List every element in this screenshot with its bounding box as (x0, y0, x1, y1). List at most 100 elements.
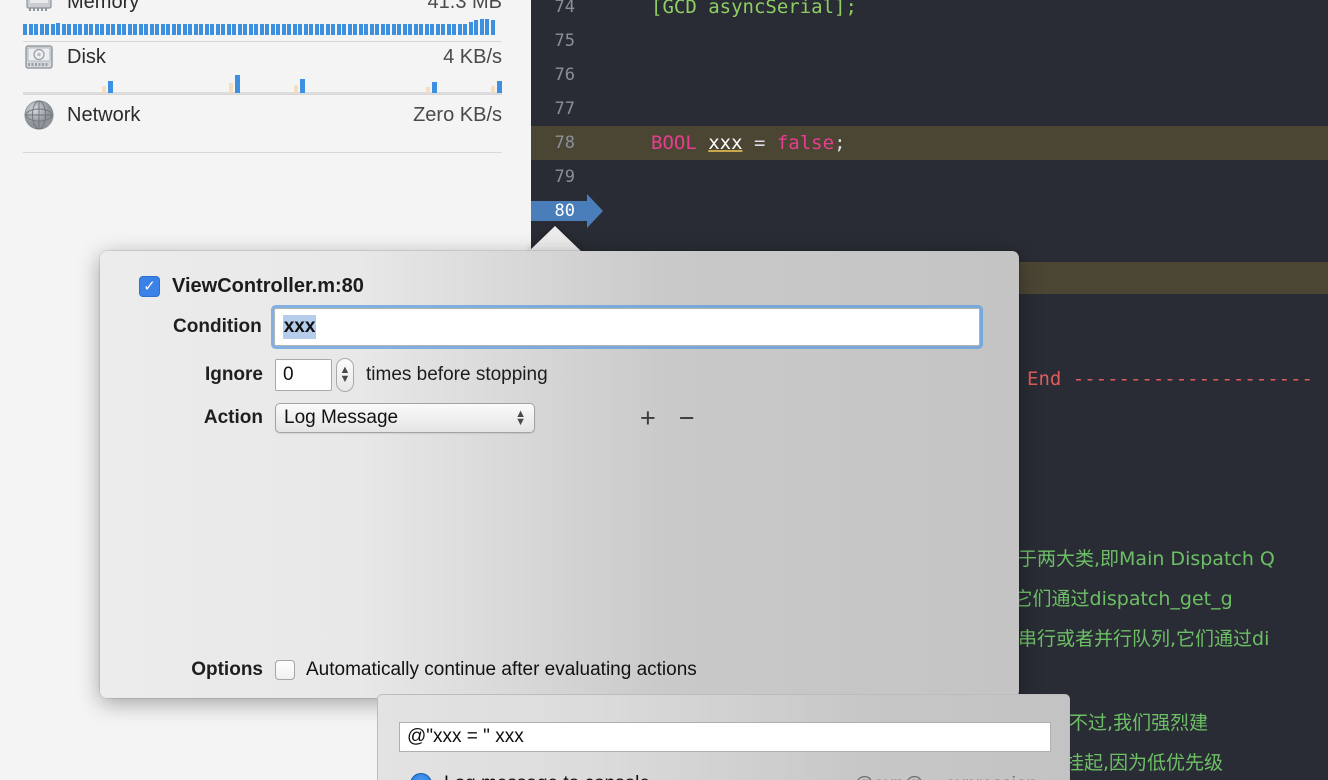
auto-continue-checkbox[interactable] (275, 660, 295, 680)
breakpoint-enabled-checkbox[interactable]: ✓ (139, 276, 160, 297)
memory-bar (166, 24, 170, 35)
memory-bar (204, 24, 209, 35)
memory-bar (292, 24, 297, 35)
breakpoint-edit-popover: ✓ ViewController.m:80 Condition xxx Igno… (100, 251, 1070, 780)
memory-bar (210, 24, 214, 35)
line-number: 75 (554, 31, 575, 51)
memory-bar (402, 24, 407, 35)
memory-bar (61, 24, 66, 35)
memory-bar (364, 24, 368, 35)
breakpoint-marker[interactable]: 80 (531, 201, 587, 221)
memory-bar (424, 24, 429, 35)
breakpoint-arrow-icon (587, 194, 603, 228)
code-line-80-breakpoint[interactable]: 80 (531, 194, 1328, 228)
disk-spike (497, 81, 502, 93)
stepper-down-icon[interactable]: ▼ (340, 374, 351, 385)
memory-bar (72, 24, 77, 35)
condition-row: Condition xxx (100, 308, 980, 346)
memory-bar (457, 24, 462, 35)
condition-input[interactable]: xxx (273, 308, 980, 346)
gauge-value-network: Zero KB/s (413, 103, 502, 126)
condition-input-value: xxx (282, 315, 317, 339)
memory-bar (116, 24, 121, 35)
remove-action-button[interactable]: − (679, 404, 695, 432)
chevron-updown-icon: ▲ ▼ (515, 408, 526, 428)
ignore-row: Ignore 0 ▲ ▼ times before stopping (100, 358, 980, 392)
memory-bar (248, 24, 253, 35)
memory-bar (309, 24, 313, 35)
memory-bar (155, 24, 159, 35)
memory-bar (347, 24, 352, 35)
memory-bar (281, 24, 286, 35)
memory-bar (122, 24, 126, 35)
gauge-divider-3 (23, 152, 502, 153)
log-message-input[interactable]: @"xxx = " xxx (399, 722, 1051, 752)
gauge-row-memory[interactable]: Memory 41.3 MB (0, 0, 531, 17)
memory-bar (78, 24, 82, 35)
disk-spike-faint (229, 83, 233, 93)
memory-usage-graph (23, 18, 502, 35)
disk-spike (432, 82, 437, 93)
disk-spike-faint (491, 86, 495, 93)
ignore-label: Ignore (204, 364, 263, 385)
memory-bar (243, 24, 247, 35)
gauge-row-network[interactable]: Network Zero KB/s (0, 100, 531, 130)
line-number: 77 (554, 99, 575, 119)
memory-bar (265, 24, 269, 35)
memory-chip-icon (23, 0, 55, 17)
memory-bar (199, 24, 203, 35)
add-action-button[interactable]: + (640, 404, 656, 432)
memory-bar (259, 24, 264, 35)
gauge-value-disk: 4 KB/s (443, 45, 502, 68)
breakpoint-title-row: ✓ ViewController.m:80 (139, 275, 364, 298)
memory-bar (397, 24, 401, 35)
memory-bar (298, 24, 302, 35)
memory-bar (452, 24, 456, 35)
ignore-count-stepper[interactable]: ▲ ▼ (336, 358, 354, 392)
gauge-row-disk[interactable]: Disk 4 KB/s (0, 42, 531, 72)
ignore-count-value: 0 (283, 364, 294, 385)
memory-bar (386, 24, 390, 35)
line-number: 76 (554, 65, 575, 85)
memory-bar (182, 24, 187, 35)
ignore-count-input[interactable]: 0 (275, 359, 332, 391)
memory-bar (413, 24, 418, 35)
disk-drive-icon (23, 42, 55, 72)
memory-bar (358, 24, 363, 35)
code-line-75: 75 (531, 24, 1328, 58)
disk-spike-faint (294, 85, 298, 93)
memory-bar (177, 24, 181, 35)
disk-spike (235, 75, 240, 93)
memory-bar (221, 24, 225, 35)
radio-log-to-console[interactable]: Log message to console (410, 773, 650, 780)
line-code: [GCD asyncSerial]; (651, 0, 857, 18)
memory-bar (353, 24, 357, 35)
disk-spike-faint (102, 86, 106, 93)
gauge-value-memory: 41.3 MB (427, 0, 502, 13)
ignore-suffix-label: times before stopping (366, 364, 548, 385)
memory-bar (485, 19, 489, 35)
comment-chinese-1: 于两大类,即Main Dispatch Q (1018, 547, 1275, 570)
gauge-label-disk: Disk (67, 45, 106, 68)
memory-bar (391, 24, 396, 35)
gauge-label-memory: Memory (67, 0, 140, 13)
memory-bar (111, 24, 115, 35)
memory-bar (105, 24, 110, 35)
memory-bar (133, 24, 137, 35)
memory-bar (45, 24, 49, 35)
memory-bar (56, 23, 60, 35)
action-type-value: Log Message (284, 407, 399, 428)
code-line-79: 79 (531, 160, 1328, 194)
radio-selected-icon[interactable] (410, 773, 432, 780)
memory-bar (303, 24, 308, 35)
memory-bar (435, 24, 440, 35)
token-punct: ; (834, 132, 846, 154)
memory-bar (100, 24, 104, 35)
breakpoint-title: ViewController.m:80 (172, 275, 364, 297)
auto-continue-label: Automatically continue after evaluating … (306, 659, 697, 680)
action-type-select[interactable]: Log Message ▲ ▼ (275, 403, 535, 433)
memory-bar (193, 24, 198, 35)
memory-bar (127, 24, 132, 35)
code-line-78: 78 BOOL xxx = false; (531, 126, 1328, 160)
memory-bar (380, 24, 385, 35)
